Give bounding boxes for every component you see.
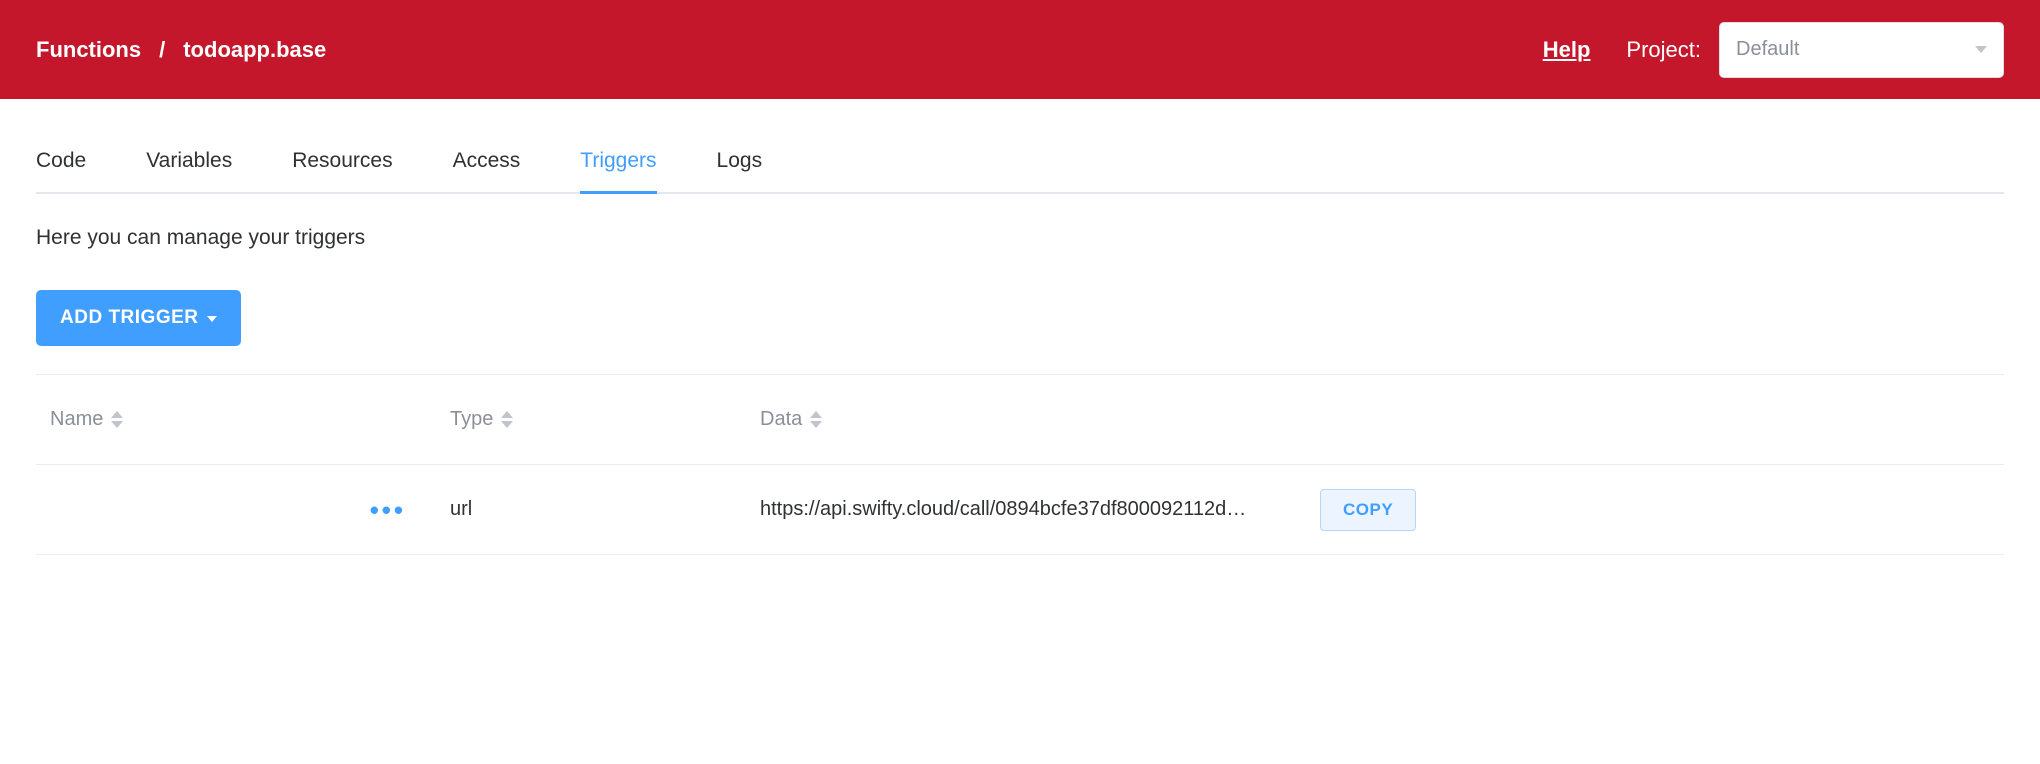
table-row: ••• url https://api.swifty.cloud/call/08… [36, 465, 2004, 555]
project-select[interactable]: Default [1719, 22, 2004, 78]
page-description: Here you can manage your triggers [36, 226, 2004, 250]
add-trigger-label: ADD TRIGGER [60, 307, 199, 329]
cell-name: ••• [36, 497, 436, 523]
tabs: Code Variables Resources Access Triggers… [36, 147, 2004, 194]
sort-icon [111, 411, 123, 428]
project-select-value: Default [1736, 38, 1799, 61]
cell-actions: COPY [1306, 489, 1426, 531]
project-label: Project: [1626, 37, 1701, 63]
table-header-row: Name Type Data [36, 375, 2004, 465]
page-actions: ADD TRIGGER [36, 290, 2004, 375]
chevron-down-icon [207, 316, 217, 322]
page-content: Code Variables Resources Access Triggers… [0, 147, 2040, 555]
tab-access[interactable]: Access [453, 149, 521, 194]
tab-resources[interactable]: Resources [292, 149, 392, 194]
triggers-table: Name Type Data ••• url https://api.swift… [36, 375, 2004, 555]
app-header: Functions / todoapp.base Help Project: D… [0, 0, 2040, 99]
breadcrumb-current: todoapp.base [183, 37, 326, 63]
column-header-name[interactable]: Name [36, 408, 436, 431]
breadcrumb-root[interactable]: Functions [36, 37, 141, 63]
row-menu-icon[interactable]: ••• [370, 497, 406, 523]
sort-icon [810, 411, 822, 428]
help-link[interactable]: Help [1543, 37, 1591, 63]
cell-type: url [436, 498, 746, 521]
project-selector-wrap: Project: Default [1626, 22, 2004, 78]
add-trigger-button[interactable]: ADD TRIGGER [36, 290, 241, 346]
breadcrumb-separator: / [159, 37, 165, 63]
column-header-data[interactable]: Data [746, 408, 1884, 431]
tab-logs[interactable]: Logs [717, 149, 763, 194]
column-header-type[interactable]: Type [436, 408, 746, 431]
tab-variables[interactable]: Variables [146, 149, 232, 194]
tab-triggers[interactable]: Triggers [580, 149, 656, 194]
sort-icon [501, 411, 513, 428]
header-right: Help Project: Default [1543, 22, 2004, 78]
copy-button[interactable]: COPY [1320, 489, 1416, 531]
tab-code[interactable]: Code [36, 149, 86, 194]
breadcrumb: Functions / todoapp.base [36, 37, 326, 63]
chevron-down-icon [1975, 46, 1987, 53]
cell-data: https://api.swifty.cloud/call/0894bcfe37… [746, 498, 1306, 521]
